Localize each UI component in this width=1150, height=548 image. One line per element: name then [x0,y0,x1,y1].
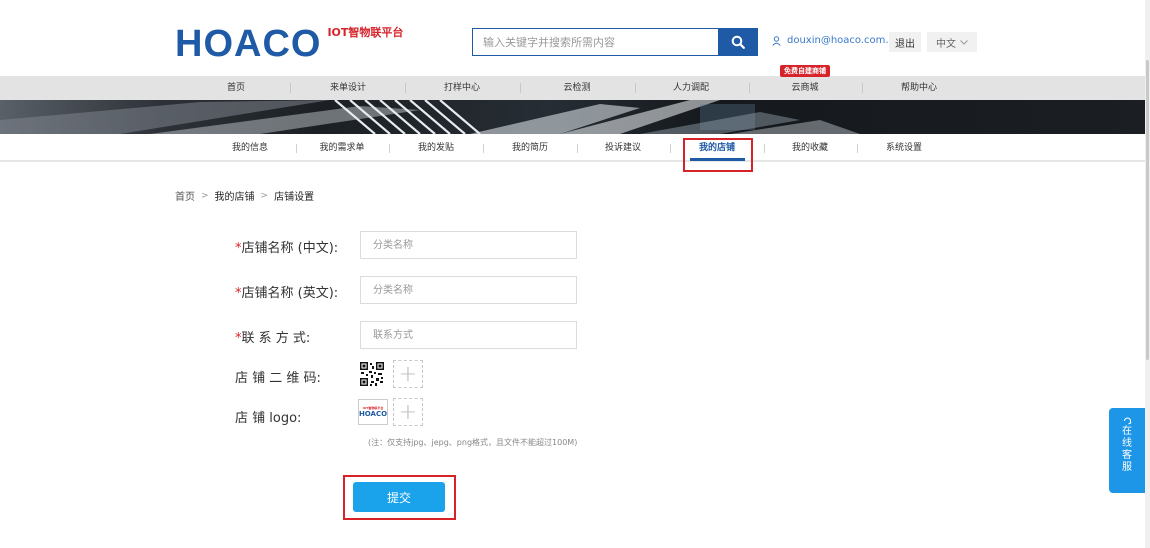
nav-divider [862,83,863,93]
main-nav: 首页 来单设计 打样中心 云检测 人力调配 云商城 帮助中心 [0,76,1145,100]
brand-logo[interactable]: HOACO IOT智物联平台 [175,23,404,65]
shop-logo-thumbnail[interactable]: IOT智物联平台 HOACO [358,399,388,425]
shop-name-cn-input[interactable] [360,231,577,259]
shop-qrcode-label: 店 铺 二 维 码: [235,371,321,386]
logo-wordmark: HOACO [175,23,322,65]
service-label-char: 在 [1122,426,1132,437]
nav-item-sampling[interactable]: 打样中心 [444,76,480,100]
nav-item-design[interactable]: 来单设计 [330,76,366,100]
search-button[interactable] [718,28,758,56]
tab-system-settings[interactable]: 系统设置 [886,134,922,162]
highlight-box-submit [343,475,456,520]
logo-thumb-wordmark: HOACO [358,410,388,418]
tab-divider [764,144,765,153]
shop-name-en-label: *店铺名称 (英文): [235,286,339,301]
contact-label: *联 系 方 式: [235,331,311,346]
add-qrcode-button[interactable]: + [393,360,423,388]
shop-name-en-input[interactable] [360,276,577,304]
upload-format-note: (注：仅支持jpg、jepg、png格式，且文件不能超过100M) [368,438,578,447]
tab-my-requests[interactable]: 我的需求单 [319,134,364,162]
user-center-tabs: 我的信息 我的需求单 我的发贴 我的简历 投诉建议 我的店铺 我的收藏 系统设置 [0,134,1145,162]
shop-name-cn-label: *店铺名称 (中文): [235,241,339,256]
online-service-button[interactable]: 在 线 客 服 [1109,408,1145,493]
banner-image [0,100,1145,134]
service-label-char: 线 [1122,438,1132,449]
banner-graphic [0,100,860,134]
tab-divider [483,144,484,153]
user-icon [772,35,781,46]
tab-complaints[interactable]: 投诉建议 [605,134,641,162]
qrcode-thumbnail[interactable] [359,361,385,387]
nav-item-hr[interactable]: 人力调配 [673,76,709,100]
tab-my-info[interactable]: 我的信息 [232,134,268,162]
nav-item-home[interactable]: 首页 [227,76,245,100]
breadcrumb-current: 店铺设置 [274,192,315,203]
breadcrumb: 首页 > 我的店铺 > 店铺设置 [175,188,315,204]
search-icon [731,35,745,49]
search-input[interactable] [472,28,718,56]
tab-divider [670,144,671,153]
user-email: douxin@hoaco.com.cn [787,35,901,46]
nav-divider [520,83,521,93]
highlight-box-shop-tab [683,138,753,172]
user-account-link[interactable]: douxin@hoaco.com.cn [772,35,900,46]
tab-divider [577,144,578,153]
add-logo-button[interactable]: + [393,398,423,426]
language-value: 中文 [936,38,956,50]
language-select[interactable]: 中文 [927,32,977,52]
headset-icon [1123,417,1131,425]
tab-my-posts[interactable]: 我的发贴 [418,134,454,162]
contact-input[interactable] [360,321,577,349]
nav-item-testing[interactable]: 云检测 [563,76,590,100]
nav-divider [749,83,750,93]
tab-divider [857,144,858,153]
tab-my-resume[interactable]: 我的简历 [512,134,548,162]
search-bar [472,28,758,56]
nav-divider [290,83,291,93]
plus-icon: + [398,399,418,425]
breadcrumb-chevron-icon: > [201,190,209,201]
nav-item-mall[interactable]: 云商城 [791,76,818,100]
chevron-down-icon [960,39,968,45]
shop-logo-label: 店 铺 logo: [235,411,302,426]
tab-divider [389,144,390,153]
plus-icon: + [398,361,418,387]
breadcrumb-my-shop[interactable]: 我的店铺 [215,188,255,203]
logo-subtitle: IOT智物联平台 [327,26,404,39]
tab-my-favorites[interactable]: 我的收藏 [792,134,828,162]
nav-divider [405,83,406,93]
service-label-char: 客 [1122,450,1132,461]
nav-item-help[interactable]: 帮助中心 [901,76,937,100]
mall-promo-badge: 免费自建商铺 [780,65,830,77]
tab-divider [296,144,297,153]
nav-divider [635,83,636,93]
breadcrumb-home[interactable]: 首页 [175,188,195,203]
logout-button[interactable]: 退出 [889,32,921,52]
breadcrumb-chevron-icon: > [260,190,269,201]
service-label-char: 服 [1122,462,1132,473]
scrollbar-thumb[interactable] [1146,60,1149,360]
